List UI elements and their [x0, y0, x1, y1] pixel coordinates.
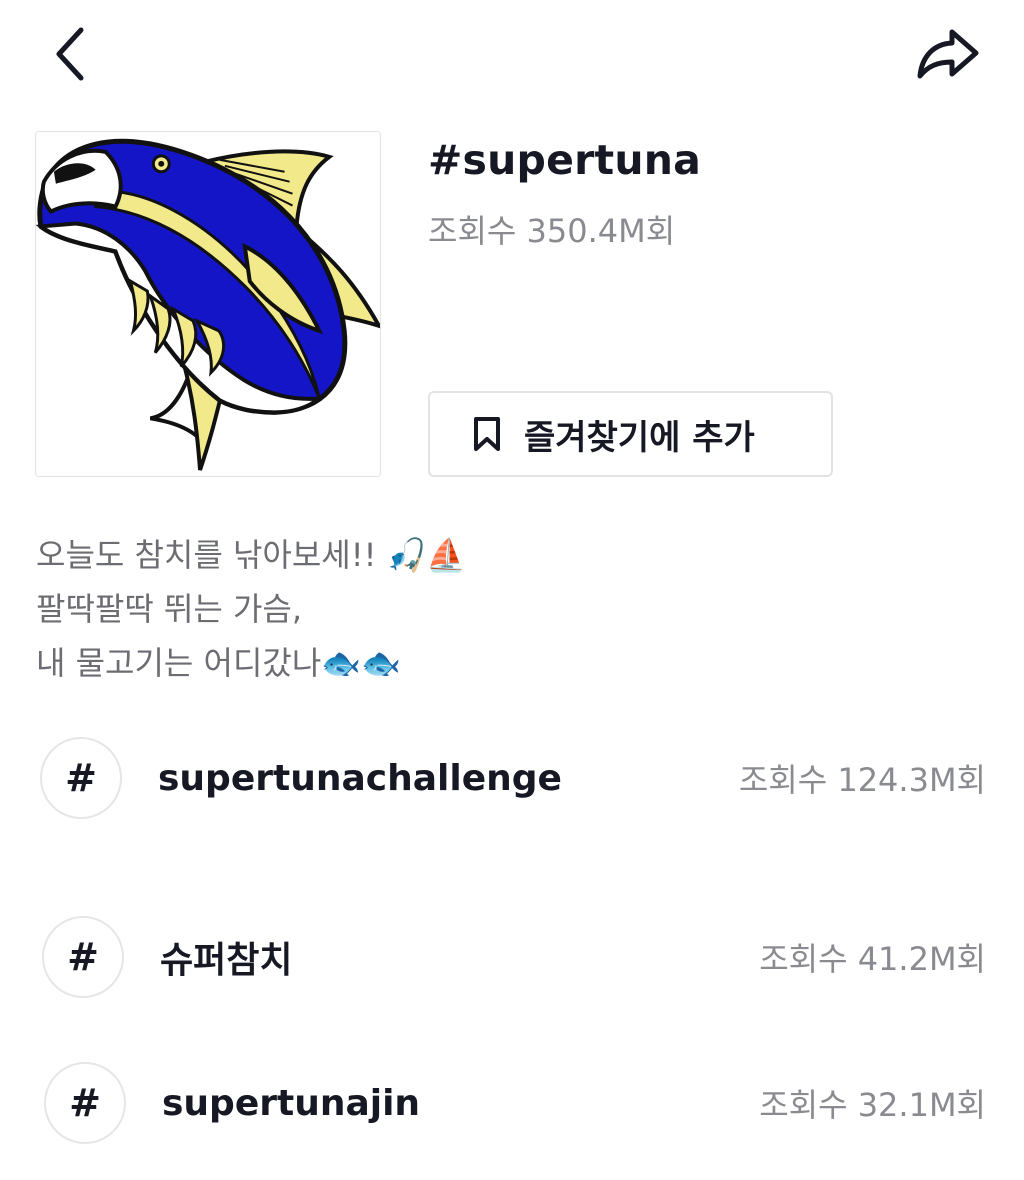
back-button[interactable]	[38, 20, 104, 92]
bookmark-icon	[470, 415, 504, 453]
related-hashtag-item[interactable]: # supertunachallenge 조회수 124.3M회	[36, 735, 986, 821]
description-line: 팔딱팔딱 뛰는 가슴,	[36, 590, 303, 628]
related-hashtag-views: 조회수 124.3M회	[738, 761, 986, 799]
related-hashtag-views: 조회수 32.1M회	[759, 1086, 986, 1124]
related-hashtag-name: supertunajin	[162, 1082, 421, 1124]
hashtag-icon: #	[42, 916, 124, 998]
share-button[interactable]	[906, 20, 990, 92]
related-hashtag-name: 슈퍼참치	[160, 940, 293, 981]
chevron-left-icon	[51, 26, 91, 86]
description-line: 내 물고기는 어디갔나🐟🐟	[36, 644, 401, 682]
related-hashtag-item[interactable]: # 슈퍼참치 조회수 41.2M회	[36, 914, 986, 1000]
hashtag-title: #supertuna	[428, 136, 701, 184]
add-to-favorites-button[interactable]: 즐겨찾기에 추가	[428, 391, 833, 477]
tuna-fish-illustration	[36, 138, 380, 471]
hashtag-icon: #	[40, 737, 122, 819]
related-hashtag-name: supertunachallenge	[158, 757, 562, 799]
add-to-favorites-label: 즐겨찾기에 추가	[524, 417, 755, 458]
share-arrow-icon	[916, 26, 980, 86]
hashtag-icon: #	[44, 1062, 126, 1144]
hashtag-view-count: 조회수 350.4M회	[428, 212, 676, 250]
related-hashtag-item[interactable]: # supertunajin 조회수 32.1M회	[36, 1060, 986, 1146]
hashtag-cover-image	[35, 131, 381, 477]
hashtag-description: 오늘도 참치를 낚아보세!! 🎣⛵ 팔딱팔딱 뛰는 가슴, 내 물고기는 어디갔…	[36, 528, 996, 690]
related-hashtag-views: 조회수 41.2M회	[759, 940, 986, 978]
description-line: 오늘도 참치를 낚아보세!! 🎣⛵	[36, 536, 467, 574]
